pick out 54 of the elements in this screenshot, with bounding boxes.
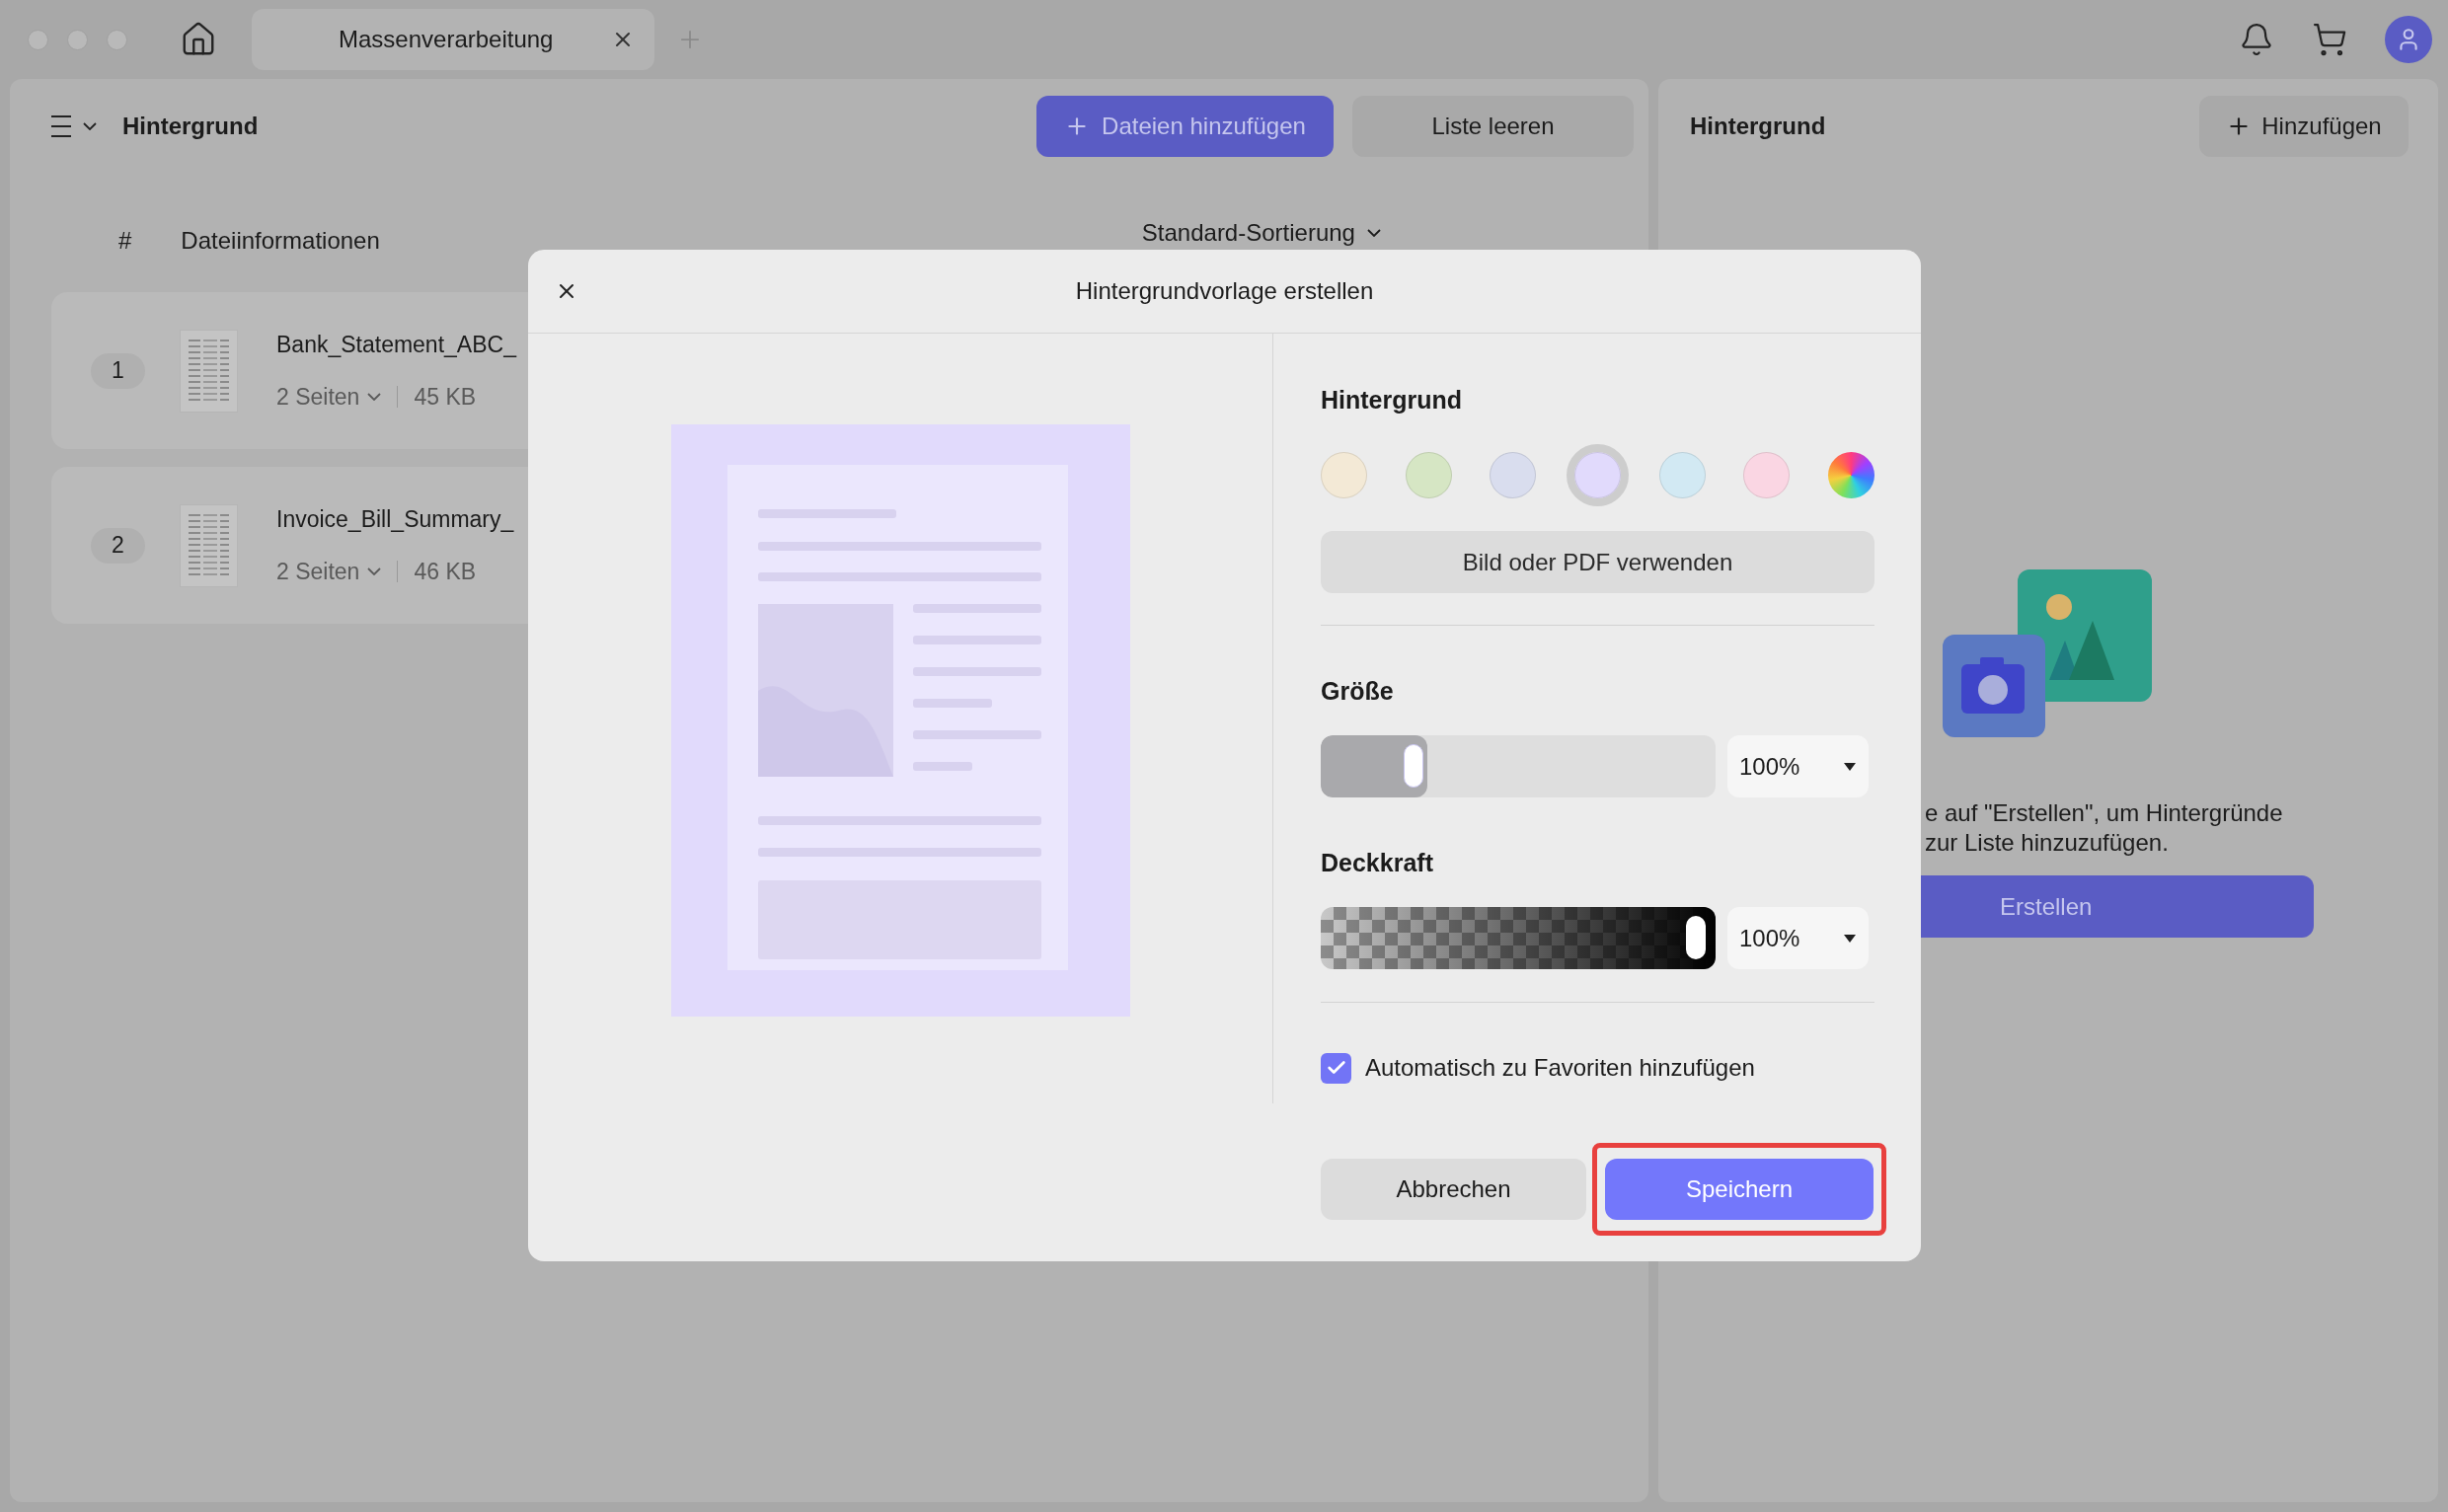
chevron-down-icon[interactable]	[83, 121, 97, 130]
add-button[interactable]: Hinzufügen	[2199, 95, 2409, 157]
checkbox-label: Automatisch zu Favoriten hinzufügen	[1365, 1053, 1755, 1083]
page-count-dropdown[interactable]: 2 Seiten	[276, 379, 382, 414]
hint-text: zur Liste hinzuzufügen.	[1925, 828, 2170, 858]
tab-title: Massenverarbeitung	[339, 25, 554, 54]
slider-thumb[interactable]	[1686, 916, 1706, 959]
section-label: Größe	[1321, 676, 1395, 703]
menu-icon[interactable]	[49, 113, 73, 139]
caret-icon	[1843, 761, 1857, 772]
column-header: Dateiinformationen	[181, 226, 380, 256]
page-count-dropdown[interactable]: 2 Seiten	[276, 554, 382, 588]
color-swatch[interactable]	[1658, 452, 1706, 498]
bell-icon[interactable]	[2239, 22, 2274, 57]
color-swatch[interactable]	[1321, 452, 1367, 498]
chevron-down-icon	[1366, 229, 1381, 237]
size-slider[interactable]	[1321, 735, 1716, 797]
spectrum-swatch[interactable]	[1827, 452, 1874, 498]
slider-thumb[interactable]	[1404, 744, 1423, 788]
color-swatch[interactable]	[1490, 452, 1537, 498]
chevron-down-icon	[367, 567, 382, 575]
section-label: Hintergrund	[1321, 385, 1464, 412]
opacity-slider[interactable]	[1321, 907, 1716, 969]
panel-title: Hintergrund	[122, 111, 259, 141]
percent-dropdown[interactable]: 100%	[1727, 907, 1869, 969]
color-swatch[interactable]	[1405, 452, 1452, 498]
color-swatch[interactable]	[1573, 452, 1621, 498]
section-label: Deckkraft	[1321, 848, 1434, 874]
column-header: #	[118, 226, 132, 256]
row-number: 2	[91, 527, 145, 564]
clear-list-button[interactable]: Liste leeren	[1352, 95, 1634, 157]
save-button[interactable]: Speichern	[1605, 1159, 1874, 1220]
document-tab[interactable]: Massenverarbeitung	[252, 9, 654, 70]
swatch-ring[interactable]	[1566, 444, 1629, 506]
cancel-button[interactable]: Abbrechen	[1321, 1159, 1586, 1220]
image-pdf-button[interactable]: Bild oder PDF verwenden	[1321, 531, 1874, 593]
file-size: 46 KB	[414, 557, 477, 586]
file-size: 45 KB	[414, 382, 477, 412]
sort-dropdown[interactable]: Standard-Sortierung	[1141, 215, 1381, 251]
color-swatch[interactable]	[1743, 452, 1791, 498]
dialog-title: Hintergrundvorlage erstellen	[1075, 276, 1374, 306]
checkbox[interactable]	[1321, 1052, 1351, 1084]
avatar[interactable]	[2385, 16, 2432, 63]
chevron-down-icon	[367, 392, 382, 401]
caret-icon	[1843, 933, 1857, 944]
percent-dropdown[interactable]: 100%	[1727, 735, 1869, 797]
file-name: Invoice_Bill_Summary_	[276, 505, 514, 534]
row-number: 1	[91, 352, 145, 389]
file-name: Bank_Statement_ABC_	[276, 331, 516, 359]
panel-title: Hintergrund	[1690, 111, 1826, 141]
hint-text: e auf "Erstellen", um Hintergründe	[1925, 798, 2284, 828]
percent-value: 100%	[1739, 923, 1800, 953]
percent-value: 100%	[1739, 751, 1800, 782]
cart-icon[interactable]	[2312, 22, 2347, 57]
